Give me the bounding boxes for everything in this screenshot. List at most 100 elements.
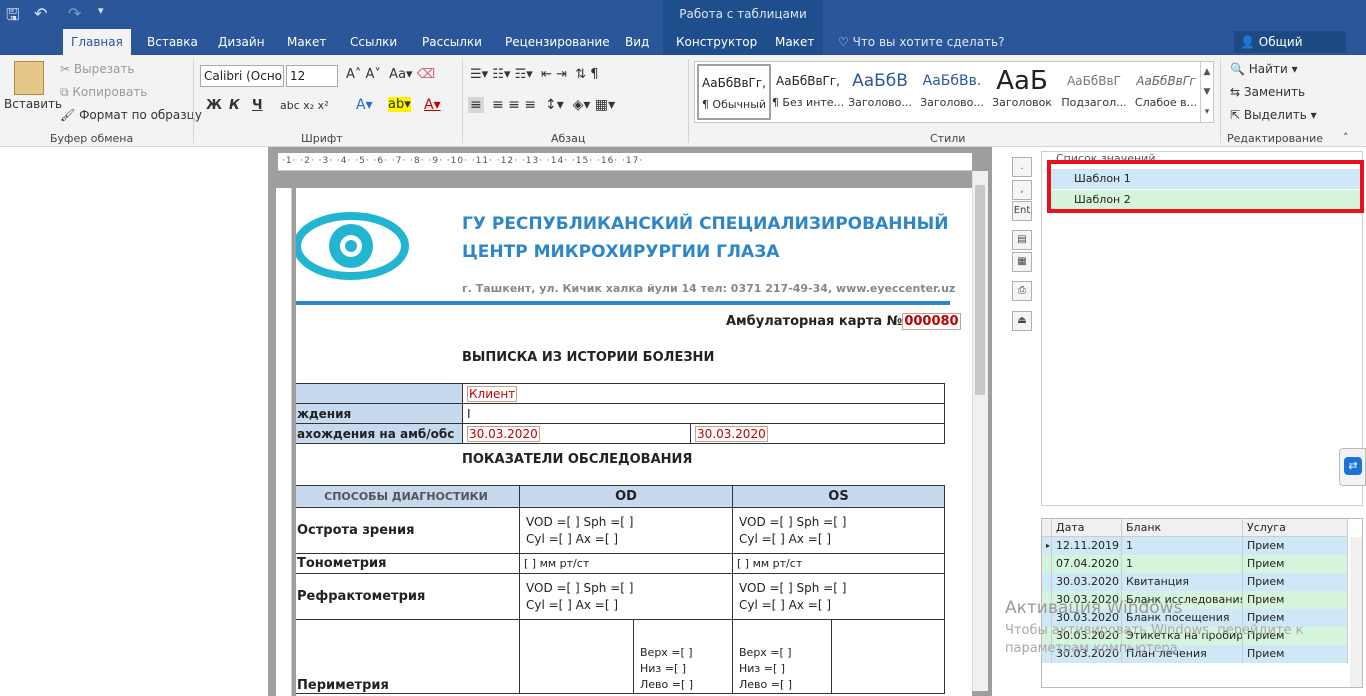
strike-sub-sup-icons[interactable]: abc x₂ x² bbox=[280, 99, 329, 112]
copy-button[interactable]: ⧉ Копировать bbox=[60, 85, 147, 100]
align-left-icon[interactable]: ≡ bbox=[468, 97, 484, 113]
bold-button[interactable]: Ж bbox=[206, 98, 222, 113]
perim-os[interactable]: Верх =[ ] Низ =[ ] Лево =[ ] bbox=[732, 619, 945, 694]
card-number-field[interactable]: 000080 bbox=[902, 313, 961, 330]
share-button[interactable]: 👤 Общий доступ bbox=[1234, 31, 1346, 71]
row-indicator bbox=[1042, 555, 1052, 573]
exit-icon[interactable]: ⏏ bbox=[1012, 311, 1032, 331]
text-effects-icon[interactable]: A▾ bbox=[356, 97, 373, 113]
style-preview: АаБбВвГг, bbox=[702, 76, 766, 90]
grow-font-icon[interactable]: A˄ A˅ Aa▾ ⌫ bbox=[346, 67, 435, 82]
italic-button[interactable]: К bbox=[229, 98, 240, 113]
redo-icon[interactable]: ↷ bbox=[68, 4, 81, 23]
highlight-icon[interactable]: ab▾ bbox=[388, 97, 411, 112]
styles-scroll[interactable]: ▲ ▼ ▾ bbox=[1200, 62, 1213, 122]
style-subtitle[interactable]: АаБбВвГ Подзагол... bbox=[1057, 64, 1131, 120]
customize-qat-icon[interactable]: ▾ bbox=[98, 4, 104, 17]
tab-references[interactable]: Ссылки bbox=[342, 29, 405, 55]
divider bbox=[193, 59, 194, 143]
od-header: OD bbox=[519, 485, 733, 508]
birth-field[interactable]: I bbox=[462, 403, 945, 424]
tono-os[interactable]: [ ] мм рт/ст bbox=[732, 553, 945, 574]
format-painter-button[interactable]: 🖌 Формат по образцу bbox=[60, 108, 202, 122]
font-color-icon[interactable]: A▾ bbox=[424, 97, 441, 113]
acuity-od[interactable]: VOD =[ ] Sph =[ ] Cyl =[ ] Ax =[ ] bbox=[519, 507, 733, 554]
grid-scrollbar[interactable] bbox=[1350, 537, 1362, 687]
cut-button[interactable]: ✂ Вырезать bbox=[60, 62, 134, 76]
table-row[interactable]: 30.03.2020 Квитанция Прием bbox=[1042, 573, 1348, 591]
replace-button[interactable]: ⇆ Заменить bbox=[1230, 85, 1305, 99]
font-size-select[interactable]: 12 bbox=[286, 65, 338, 87]
tab-table-design[interactable]: Конструктор bbox=[668, 29, 765, 55]
acuity-os[interactable]: VOD =[ ] Sph =[ ] Cyl =[ ] Ax =[ ] bbox=[732, 507, 945, 554]
undo-icon[interactable]: ↶ bbox=[34, 4, 47, 23]
table-row[interactable]: 07.04.2020 1 Прием bbox=[1042, 555, 1348, 573]
tab-insert[interactable]: Вставка bbox=[139, 29, 206, 55]
vertical-ruler[interactable] bbox=[276, 188, 292, 696]
org-address: г. Ташкент, ул. Кичик халка йули 14 тел:… bbox=[462, 282, 956, 295]
list-buttons-icon[interactable]: ☰▾ ☷▾ ☶▾ ⇤ ⇥ ⇅ ¶ bbox=[470, 67, 599, 82]
save-icon[interactable]: 🖫 bbox=[6, 4, 20, 31]
patient-table: Клиент ждения I ахождения на амб/обс 30.03… bbox=[296, 383, 945, 444]
style-name: Подзагол... bbox=[1061, 96, 1127, 109]
os-vod: VOD =[ ] Sph =[ ] bbox=[739, 514, 847, 529]
tab-home[interactable]: Главная bbox=[63, 29, 131, 55]
replace-label: Заменить bbox=[1243, 85, 1306, 99]
style-subtle[interactable]: АаБбВвГг Слабое в... bbox=[1129, 64, 1203, 120]
tab-layout[interactable]: Макет bbox=[279, 29, 334, 55]
enter-button[interactable]: Ent bbox=[1012, 201, 1032, 221]
perim-od-down: Низ =[ ] bbox=[640, 662, 687, 675]
style-preview: АаБбВ bbox=[852, 71, 908, 91]
tell-me-search[interactable]: ♡ Что вы хотите сделать? bbox=[830, 29, 1012, 55]
find-button[interactable]: 🔍 Найти ▾ bbox=[1230, 62, 1298, 76]
clear-format-icon[interactable]: ⌫ bbox=[417, 67, 435, 82]
paste-button[interactable]: Вставить bbox=[4, 97, 62, 111]
tono-od[interactable]: [ ] мм рт/ст bbox=[519, 553, 733, 574]
tab-design[interactable]: Дизайн bbox=[210, 29, 273, 55]
table-row[interactable]: ▸ 12.11.2019 1 Прием bbox=[1042, 537, 1348, 555]
tab-review[interactable]: Рецензирование bbox=[497, 29, 618, 55]
dot-button[interactable]: . bbox=[1012, 157, 1032, 177]
style-heading1[interactable]: АаБбВ Заголово... bbox=[843, 64, 917, 120]
col-service[interactable]: Услуга bbox=[1243, 519, 1348, 537]
date-to-field[interactable]: 30.03.2020 bbox=[695, 425, 768, 442]
scissors-icon: ✂ bbox=[60, 62, 71, 76]
highlight-box bbox=[1047, 160, 1364, 213]
teamviewer-tab[interactable]: ⇄ bbox=[1339, 448, 1366, 486]
refr-os-cyl: Cyl =[ ] Ax =[ ] bbox=[739, 597, 832, 612]
document-page[interactable]: ГУ РЕСПУБЛИКАНСКИЙ СПЕЦИАЛИЗИРОВАННЫЙ ЦЕ… bbox=[296, 188, 972, 696]
od-cyl: Cyl =[ ] Ax =[ ] bbox=[526, 531, 619, 546]
person-icon: 👤 bbox=[1240, 35, 1255, 49]
tab-mailings[interactable]: Рассылки bbox=[414, 29, 490, 55]
horizontal-ruler[interactable]: ·1· ·2· ·3· ·4· ·5· ·6· ·7· ·8· ·9· ·10·… bbox=[278, 153, 972, 171]
refr-od[interactable]: VOD =[ ] Sph =[ ] Cyl =[ ] Ax =[ ] bbox=[519, 573, 733, 620]
cut-label: Вырезать bbox=[73, 62, 135, 76]
activation-title: Активация Windows bbox=[1005, 598, 1183, 618]
comma-button[interactable]: , bbox=[1012, 180, 1032, 200]
date-from-field[interactable]: 30.03.2020 bbox=[467, 425, 540, 442]
tab-table-layout[interactable]: Макет bbox=[767, 29, 822, 55]
client-field[interactable]: Клиент bbox=[467, 385, 518, 402]
copy-icon: ⧉ bbox=[60, 85, 69, 99]
insert-list-icon[interactable]: ▦ bbox=[1012, 252, 1032, 272]
table-cell: 1 bbox=[1122, 537, 1243, 555]
select-button[interactable]: ⇱ Выделить ▾ bbox=[1230, 108, 1317, 122]
insert-template-icon[interactable]: ▤ bbox=[1012, 230, 1032, 250]
print-icon[interactable]: ⎙ bbox=[1012, 281, 1032, 301]
col-date[interactable]: Дата bbox=[1052, 519, 1122, 537]
style-no-spacing[interactable]: АаБбВвГг, ¶ Без инте... bbox=[771, 64, 845, 120]
col-form[interactable]: Бланк bbox=[1122, 519, 1243, 537]
underline-button[interactable]: Ч bbox=[252, 98, 263, 113]
paragraph-group-label: Абзац bbox=[551, 132, 586, 145]
style-normal[interactable]: АаБбВвГг, ¶ Обычный bbox=[697, 64, 771, 120]
align-buttons-icon[interactable]: ≡ ≡ ≡ ↕▾ ◈▾ ▦▾ bbox=[492, 97, 615, 113]
perim-od[interactable]: Верх =[ ] Низ =[ ] Лево =[ ] bbox=[519, 619, 733, 694]
scroll-thumb[interactable] bbox=[975, 185, 985, 395]
style-heading2[interactable]: АаБбВв. Заголово... bbox=[915, 64, 989, 120]
collapse-ribbon-icon[interactable]: ˄ bbox=[1343, 131, 1349, 144]
refr-os[interactable]: VOD =[ ] Sph =[ ] Cyl =[ ] Ax =[ ] bbox=[732, 573, 945, 620]
font-name-select[interactable]: Calibri (Осно bbox=[200, 65, 284, 87]
style-title[interactable]: АаБ Заголовок bbox=[985, 64, 1059, 120]
patient-name-label bbox=[296, 383, 463, 404]
tab-view[interactable]: Вид bbox=[617, 29, 657, 55]
